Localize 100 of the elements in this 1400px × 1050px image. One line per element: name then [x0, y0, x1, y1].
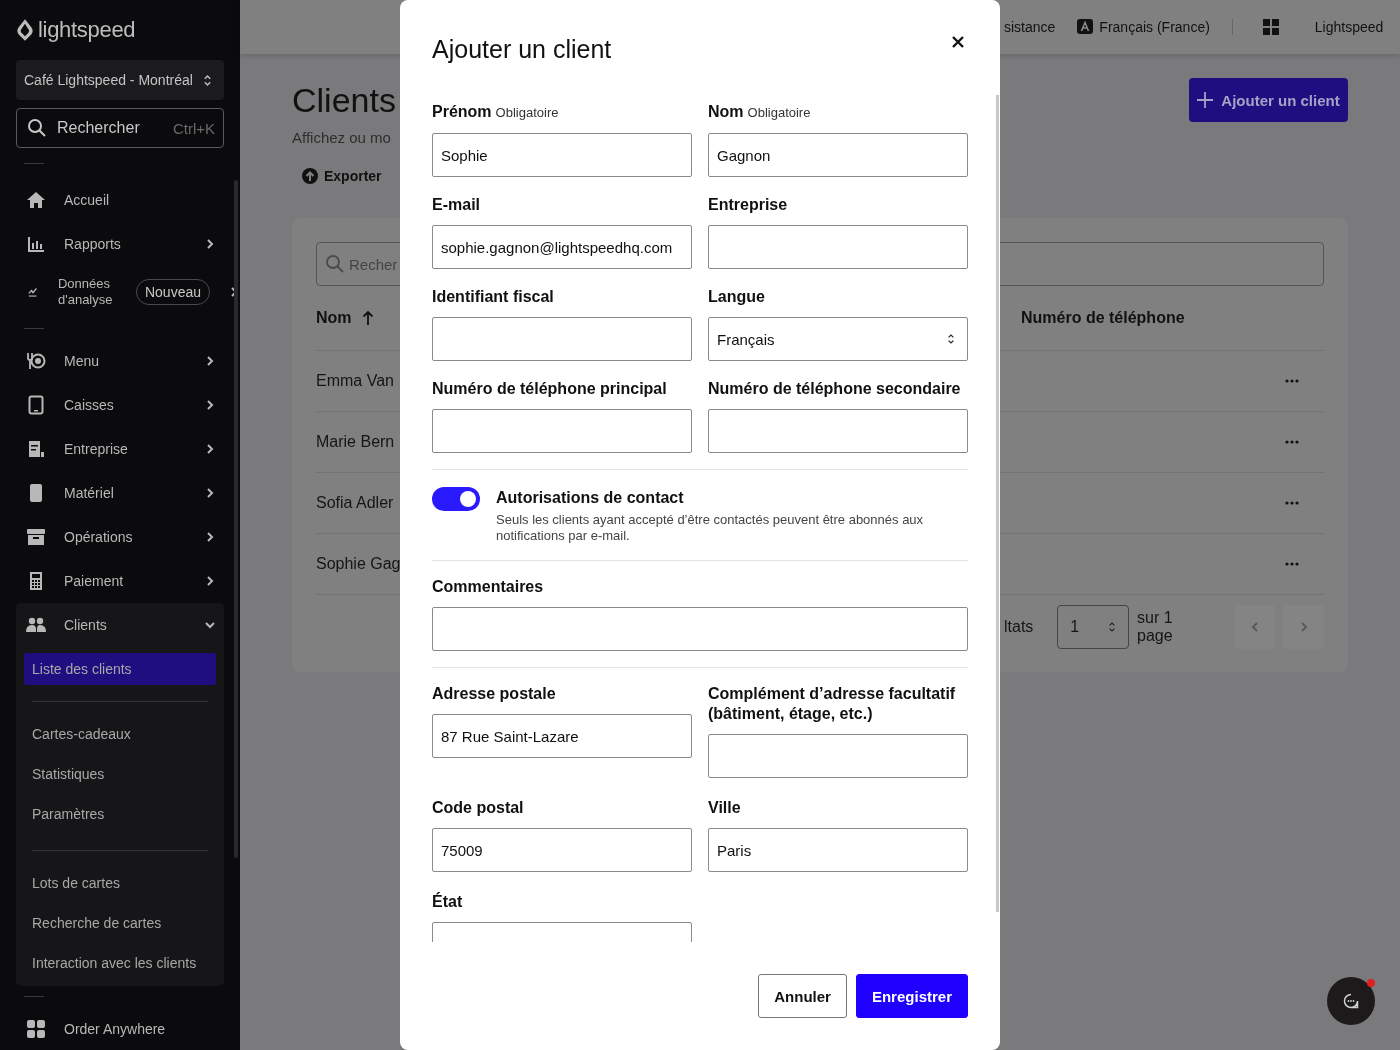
input-field[interactable] — [432, 607, 968, 651]
submenu-item[interactable]: Liste des clients — [24, 653, 216, 685]
more-options-icon[interactable] — [1285, 562, 1299, 566]
chevron-right-icon — [204, 443, 216, 455]
input-field[interactable]: sophie.gagnon@lightspeedhq.com — [432, 225, 692, 269]
location-selector[interactable]: Café Lightspeed - Montréal — [16, 60, 224, 100]
toggle-description: Seuls les clients ayant accepté d’être contactés peuvent être abonnés aux notifications par e-mail. — [496, 512, 925, 544]
upload-icon — [302, 168, 318, 184]
plus-icon — [1197, 92, 1214, 108]
submenu-item[interactable]: Statistiques — [16, 754, 224, 794]
table-cell: Sophie Gag — [316, 555, 401, 573]
language-select[interactable]: Français — [708, 317, 968, 361]
field-label: Code postal — [432, 798, 525, 818]
home-icon — [26, 190, 46, 210]
input-field[interactable]: Gagnon — [708, 133, 968, 177]
receipt-icon — [26, 439, 46, 459]
submenu-item[interactable]: Interaction avec les clients — [16, 943, 224, 983]
sidebar-item[interactable]: Opérations — [16, 515, 224, 559]
submenu-item[interactable]: Recherche de cartes — [16, 903, 224, 943]
search-field[interactable]: Rechercher Ctrl+K — [16, 108, 224, 148]
table-cell: Marie Bern — [316, 433, 395, 451]
updown-icon — [1108, 620, 1116, 634]
sidebar-item[interactable]: Caisses — [16, 383, 224, 427]
sidebar-item[interactable]: Menu — [16, 339, 224, 383]
chat-icon — [1343, 993, 1359, 1009]
submenu-item[interactable]: Lots de cartes — [16, 863, 224, 903]
input-field[interactable]: Paris — [708, 828, 968, 872]
table-cell: Emma Van — [316, 372, 394, 390]
more-options-icon[interactable] — [1285, 379, 1299, 383]
updown-icon — [947, 332, 955, 346]
search-icon — [325, 254, 345, 274]
more-options-icon[interactable] — [1285, 440, 1299, 444]
table-cell: Sofia Adler — [316, 494, 394, 512]
people-icon — [26, 615, 46, 635]
field-label: Complément d’adresse facultatif (bâtiment, étage, etc.) — [708, 684, 957, 724]
input-field[interactable] — [708, 225, 968, 269]
dish-icon — [26, 351, 46, 371]
submenu-item[interactable]: Cartes-cadeaux — [16, 714, 224, 754]
search-icon — [27, 118, 47, 138]
submenu-item[interactable]: Paramètres — [16, 794, 224, 834]
apps-grid-icon[interactable] — [1262, 19, 1279, 35]
field-label: Commentaires — [432, 577, 545, 597]
chat-button[interactable] — [1327, 977, 1375, 1025]
field-label: Nom Obligatoire — [708, 102, 812, 122]
close-icon[interactable] — [952, 36, 964, 48]
chevron-right-icon — [204, 355, 216, 367]
more-options-icon[interactable] — [1285, 501, 1299, 505]
add-client-button[interactable]: Ajouter un client — [1189, 78, 1348, 122]
page-number-field[interactable]: 1 — [1057, 605, 1129, 649]
input-field[interactable]: 75009 — [432, 828, 692, 872]
page-subtitle: Affichez ou mo — [292, 128, 392, 148]
sidebar-item[interactable]: Matériel — [16, 471, 224, 515]
field-label: Entreprise — [708, 195, 789, 215]
chevron-right-icon — [204, 399, 216, 411]
tablet-icon — [26, 395, 46, 415]
field-label: Numéro de téléphone principal — [432, 379, 668, 399]
cancel-button[interactable]: Annuler — [758, 974, 847, 1018]
field-label: Langue — [708, 287, 766, 307]
input-field[interactable] — [432, 317, 692, 361]
chevron-right-icon — [204, 531, 216, 543]
input-field[interactable]: 87 Rue Saint-Lazare — [432, 714, 692, 758]
column-header[interactable]: Numéro de téléphone — [1021, 309, 1260, 327]
sort-arrow-icon — [361, 310, 374, 326]
field-label: Numéro de téléphone secondaire — [708, 379, 962, 399]
page-title: Clients — [292, 80, 396, 121]
chevron-right-icon — [204, 238, 216, 250]
sidebar-item[interactable]: Clients — [16, 603, 224, 647]
language-selector[interactable]: Français (France) — [1077, 19, 1210, 35]
sidebar-item[interactable]: Entreprise — [16, 427, 224, 471]
archive-icon — [26, 527, 46, 547]
chevron-right-icon — [204, 575, 216, 587]
sidebar-item[interactable]: Paiement — [16, 559, 224, 603]
help-link[interactable]: sistance — [1004, 19, 1056, 35]
logo: lightspeed — [0, 0, 140, 60]
field-label: Identifiant fiscal — [432, 287, 555, 307]
field-label: Adresse postale — [432, 684, 557, 704]
field-label: Ville — [708, 798, 742, 818]
input-field[interactable] — [432, 409, 692, 453]
updown-icon — [203, 72, 212, 88]
dialog-title: Ajouter un client — [432, 34, 612, 65]
export-button[interactable]: Exporter — [302, 162, 396, 190]
chevron-right-icon — [204, 487, 216, 499]
input-field[interactable] — [708, 734, 968, 778]
chart-icon — [26, 234, 46, 254]
toggle-label: Autorisations de contact — [496, 488, 685, 508]
chevron-down-icon — [204, 619, 216, 631]
grid-icon — [26, 1019, 46, 1039]
sidebar-item[interactable]: Accueil — [16, 178, 224, 222]
toggle-switch[interactable] — [432, 487, 480, 511]
sidebar-item[interactable]: Rapports — [16, 222, 224, 266]
input-field[interactable]: Sophie — [432, 133, 692, 177]
language-icon — [1077, 19, 1094, 35]
field-label: État — [432, 892, 464, 912]
results-count: ltats — [1004, 618, 1034, 636]
field-label: Prénom Obligatoire — [432, 102, 560, 122]
field-label: E-mail — [432, 195, 481, 215]
input-field[interactable] — [708, 409, 968, 453]
sidebar-item[interactable]: Order Anywhere — [16, 1007, 224, 1050]
account-name[interactable]: Lightspeed — [1314, 19, 1384, 35]
save-button[interactable]: Enregistrer — [855, 974, 968, 1018]
